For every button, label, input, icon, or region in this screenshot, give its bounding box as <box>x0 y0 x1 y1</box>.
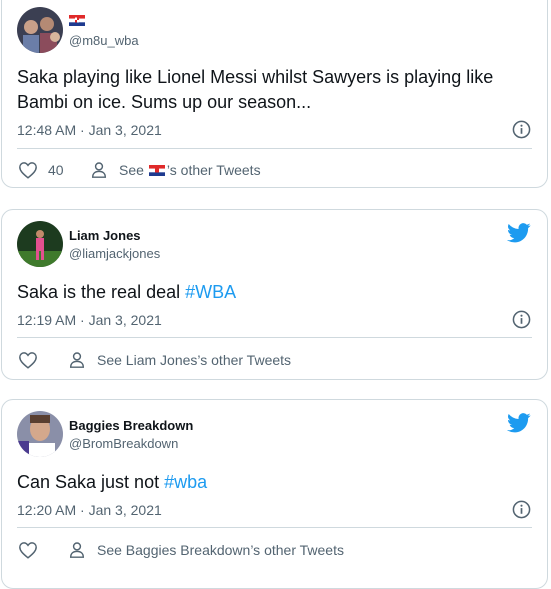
heart-icon <box>19 352 37 369</box>
tweet-timestamp[interactable]: 12:19 AM · Jan 3, 2021 <box>17 312 162 328</box>
tweet-timestamp[interactable]: 12:20 AM · Jan 3, 2021 <box>17 502 162 518</box>
divider <box>17 337 532 338</box>
like-button[interactable]: 40 <box>18 161 64 179</box>
hashtag-link[interactable]: #WBA <box>185 282 236 302</box>
user-handle[interactable]: @liamjackjones <box>69 246 160 261</box>
hashtag-link[interactable]: #wba <box>164 472 207 492</box>
info-icon[interactable] <box>512 120 531 144</box>
like-count: 40 <box>48 162 64 178</box>
user-name[interactable]: Liam Jones <box>69 228 141 243</box>
tweet-text-line: Saka playing like Lionel Messi whilst Sa… <box>17 67 494 87</box>
heart-icon <box>19 162 37 179</box>
tweet-text: Saka is the real deal #WBA <box>17 280 535 305</box>
user-name[interactable]: Baggies Breakdown <box>69 418 193 433</box>
tweet-text-plain: Can Saka just not <box>17 472 165 492</box>
see-other-tweets-label: See Liam Jones’s other Tweets <box>97 352 292 368</box>
user-handle[interactable]: @m8u_wba <box>69 33 139 48</box>
twitter-bird-icon[interactable] <box>507 413 531 438</box>
tweet-text-line: Bambi on ice. Sums up our season... <box>17 92 312 112</box>
divider <box>17 148 532 149</box>
divider <box>17 527 532 528</box>
croatia-flag-icon <box>148 164 165 176</box>
tweet-text: Can Saka just not #wba <box>17 470 535 495</box>
person-icon <box>69 352 85 368</box>
croatia-flag-icon <box>69 13 85 31</box>
like-button[interactable] <box>18 351 38 369</box>
tweet-card-1[interactable]: @m8u_wba Saka playing like Lionel Messi … <box>1 0 548 188</box>
info-icon[interactable] <box>512 310 531 334</box>
avatar[interactable] <box>17 221 63 267</box>
see-other-tweets-link[interactable]: See Baggies Breakdown’s other Tweets <box>68 541 344 559</box>
see-other-tweets-label: See Baggies Breakdown’s other Tweets <box>97 542 344 558</box>
see-other-tweets-link[interactable]: See ’s other Tweets <box>90 161 261 179</box>
see-prefix: See <box>119 162 144 178</box>
person-icon <box>69 542 85 558</box>
tweet-card-3[interactable]: Baggies Breakdown @BromBreakdown Can Sak… <box>1 399 548 589</box>
heart-icon <box>19 542 37 559</box>
avatar[interactable] <box>17 411 63 457</box>
twitter-bird-icon[interactable] <box>507 223 531 248</box>
info-icon[interactable] <box>512 500 531 524</box>
person-icon <box>91 162 107 178</box>
see-other-tweets-link[interactable]: See Liam Jones’s other Tweets <box>68 351 291 369</box>
tweet-text-plain: Saka is the real deal <box>17 282 186 302</box>
see-suffix: ’s other Tweets <box>166 162 261 178</box>
like-button[interactable] <box>18 541 38 559</box>
avatar[interactable] <box>17 7 63 53</box>
tweet-card-2[interactable]: Liam Jones @liamjackjones Saka is the re… <box>1 209 548 380</box>
user-handle[interactable]: @BromBreakdown <box>69 436 178 451</box>
tweet-timestamp[interactable]: 12:48 AM · Jan 3, 2021 <box>17 122 162 138</box>
tweet-text: Saka playing like Lionel Messi whilst Sa… <box>17 65 535 115</box>
